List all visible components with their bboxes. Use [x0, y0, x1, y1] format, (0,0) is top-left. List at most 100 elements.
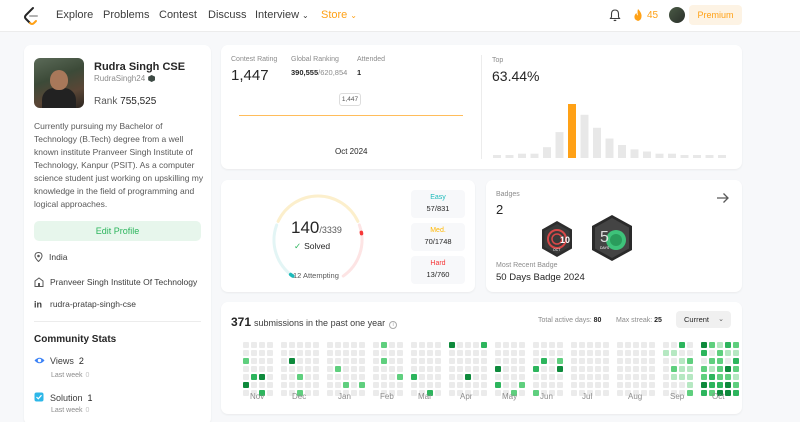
heatmap-cell[interactable] — [411, 390, 417, 396]
heatmap-cell[interactable] — [267, 358, 273, 364]
heatmap-cell[interactable] — [709, 382, 715, 388]
heatmap-cell[interactable] — [389, 374, 395, 380]
heatmap-cell[interactable] — [281, 382, 287, 388]
rating-histogram[interactable] — [493, 90, 731, 158]
heatmap-cell[interactable] — [671, 374, 677, 380]
streak-count[interactable]: 45 — [647, 10, 658, 21]
heatmap-cell[interactable] — [717, 366, 723, 372]
heatmap-cell[interactable] — [495, 366, 501, 372]
heatmap-cell[interactable] — [595, 342, 601, 348]
heatmap-cell[interactable] — [449, 342, 455, 348]
heatmap-cell[interactable] — [465, 366, 471, 372]
heatmap-cell[interactable] — [457, 350, 463, 356]
heatmap-cell[interactable] — [419, 342, 425, 348]
heatmap-cell[interactable] — [557, 366, 563, 372]
heatmap-cell[interactable] — [419, 366, 425, 372]
heatmap-cell[interactable] — [243, 382, 249, 388]
heatmap-cell[interactable] — [649, 374, 655, 380]
heatmap-cell[interactable] — [465, 350, 471, 356]
heatmap-cell[interactable] — [435, 358, 441, 364]
heatmap-cell[interactable] — [557, 350, 563, 356]
heatmap-cell[interactable] — [725, 390, 731, 396]
heatmap-cell[interactable] — [243, 350, 249, 356]
heatmap-cell[interactable] — [717, 350, 723, 356]
heatmap-cell[interactable] — [267, 374, 273, 380]
heatmap-cell[interactable] — [641, 382, 647, 388]
heatmap-cell[interactable] — [305, 382, 311, 388]
heatmap-cell[interactable] — [503, 374, 509, 380]
medium-stat[interactable]: Med. 70/1748 — [411, 223, 465, 251]
heatmap-cell[interactable] — [579, 374, 585, 380]
heatmap-cell[interactable] — [259, 350, 265, 356]
heatmap-cell[interactable] — [625, 382, 631, 388]
heatmap-cell[interactable] — [717, 342, 723, 348]
heatmap-cell[interactable] — [435, 366, 441, 372]
heatmap-cell[interactable] — [373, 374, 379, 380]
heatmap-cell[interactable] — [617, 374, 623, 380]
heatmap-cell[interactable] — [595, 350, 601, 356]
heatmap-cell[interactable] — [549, 374, 555, 380]
heatmap-cell[interactable] — [373, 382, 379, 388]
heatmap-cell[interactable] — [571, 366, 577, 372]
heatmap-cell[interactable] — [373, 390, 379, 396]
heatmap-cell[interactable] — [351, 342, 357, 348]
heatmap-cell[interactable] — [587, 350, 593, 356]
heatmap-cell[interactable] — [251, 382, 257, 388]
heatmap-cell[interactable] — [335, 358, 341, 364]
heatmap-cell[interactable] — [687, 358, 693, 364]
heatmap-cell[interactable] — [641, 358, 647, 364]
heatmap-cell[interactable] — [289, 382, 295, 388]
heatmap-cell[interactable] — [335, 382, 341, 388]
heatmap-cell[interactable] — [733, 366, 739, 372]
heatmap-cell[interactable] — [289, 342, 295, 348]
heatmap-cell[interactable] — [519, 350, 525, 356]
heatmap-cell[interactable] — [725, 374, 731, 380]
heatmap-cell[interactable] — [571, 382, 577, 388]
heatmap-cell[interactable] — [701, 358, 707, 364]
heatmap-cell[interactable] — [541, 382, 547, 388]
heatmap-cell[interactable] — [473, 366, 479, 372]
nav-explore[interactable]: Explore — [56, 9, 93, 21]
edit-profile-button[interactable]: Edit Profile — [34, 221, 201, 241]
heatmap-cell[interactable] — [617, 366, 623, 372]
heatmap-cell[interactable] — [281, 390, 287, 396]
heatmap-cell[interactable] — [343, 350, 349, 356]
heatmap-cell[interactable] — [297, 358, 303, 364]
heatmap-cell[interactable] — [351, 358, 357, 364]
heatmap-cell[interactable] — [733, 390, 739, 396]
heatmap-cell[interactable] — [617, 342, 623, 348]
heatmap-cell[interactable] — [701, 382, 707, 388]
heatmap-cell[interactable] — [557, 374, 563, 380]
heatmap-cell[interactable] — [603, 374, 609, 380]
heatmap-cell[interactable] — [335, 350, 341, 356]
heatmap-cell[interactable] — [335, 374, 341, 380]
heatmap-cell[interactable] — [427, 366, 433, 372]
heatmap-cell[interactable] — [671, 366, 677, 372]
heatmap-cell[interactable] — [297, 350, 303, 356]
nav-store[interactable]: Store ⌄ — [321, 9, 357, 21]
histogram-bar[interactable] — [605, 138, 614, 158]
heatmap-cell[interactable] — [503, 350, 509, 356]
heatmap-cell[interactable] — [579, 382, 585, 388]
heatmap-cell[interactable] — [397, 350, 403, 356]
histogram-bar[interactable] — [593, 127, 601, 158]
heatmap-cell[interactable] — [259, 358, 265, 364]
heatmap-cell[interactable] — [725, 382, 731, 388]
heatmap-cell[interactable] — [381, 374, 387, 380]
heatmap-cell[interactable] — [373, 366, 379, 372]
heatmap-cell[interactable] — [259, 374, 265, 380]
heatmap-cell[interactable] — [633, 342, 639, 348]
heatmap-cell[interactable] — [709, 374, 715, 380]
heatmap-cell[interactable] — [533, 390, 539, 396]
heatmap-cell[interactable] — [389, 342, 395, 348]
heatmap-cell[interactable] — [305, 350, 311, 356]
heatmap-cell[interactable] — [625, 350, 631, 356]
histogram-bar[interactable] — [655, 153, 664, 158]
heatmap-cell[interactable] — [411, 342, 417, 348]
heatmap-cell[interactable] — [687, 350, 693, 356]
heatmap-cell[interactable] — [351, 350, 357, 356]
heatmap-cell[interactable] — [481, 390, 487, 396]
heatmap-cell[interactable] — [511, 374, 517, 380]
heatmap-cell[interactable] — [397, 342, 403, 348]
heatmap-cell[interactable] — [579, 342, 585, 348]
